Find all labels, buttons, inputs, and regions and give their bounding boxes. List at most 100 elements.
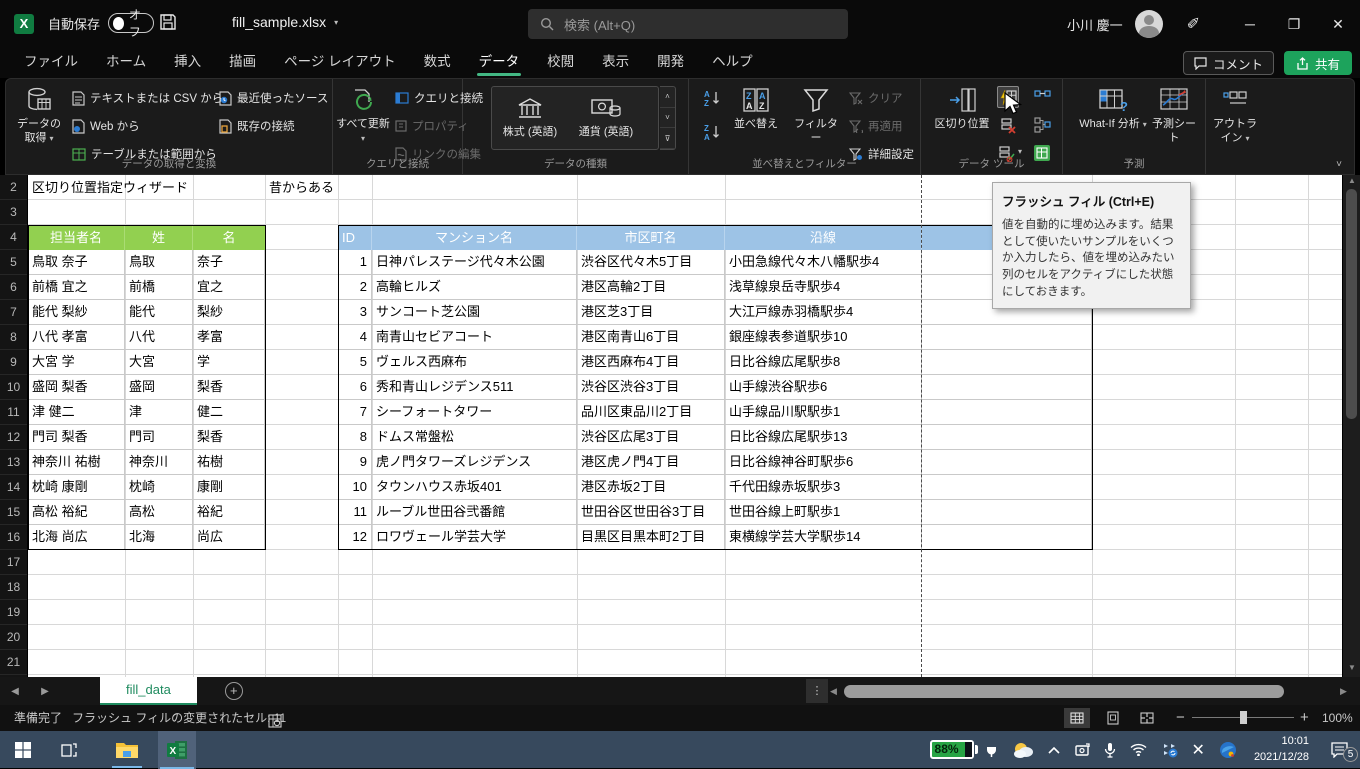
sort-button[interactable]: ZAAZ 並べ替え <box>729 85 783 132</box>
vertical-scrollbar[interactable]: ▲ ▼ <box>1342 175 1360 677</box>
ribbon-tab-開発[interactable]: 開発 <box>643 48 698 78</box>
cell[interactable]: 9 <box>338 450 372 475</box>
ribbon-tab-表示[interactable]: 表示 <box>588 48 643 78</box>
row-header-20[interactable]: 20 <box>0 625 27 650</box>
cell[interactable]: 神奈川 祐樹 <box>28 450 125 475</box>
right-table-row[interactable]: 1日神パレステージ代々木公園渋谷区代々木5丁目小田急線代々木八幡駅歩4 <box>338 250 1092 275</box>
cell[interactable]: 大宮 <box>125 350 193 375</box>
row-header-9[interactable]: 9 <box>0 350 27 375</box>
spreadsheet-grid[interactable]: 23456789101112131415161718192021 区切り位置指定… <box>0 175 1342 677</box>
cell[interactable]: 門司 <box>125 425 193 450</box>
row-header-4[interactable]: 4 <box>0 225 27 250</box>
cell[interactable] <box>922 500 1092 525</box>
data-validation-dropdown-icon[interactable]: ▾ <box>1018 147 1022 156</box>
document-title[interactable]: fill_sample.xlsx ▾ <box>232 14 338 30</box>
refresh-all-button[interactable]: すべて更新 ▾ <box>336 85 390 146</box>
header-lastname[interactable]: 姓 <box>125 225 193 250</box>
ribbon-tab-描画[interactable]: 描画 <box>215 48 270 78</box>
scrollbar-split-handle[interactable]: ⋮ <box>806 679 828 703</box>
gallery-scroll[interactable]: ˄ ˅ ⊽ <box>660 86 676 150</box>
cell[interactable] <box>922 525 1092 550</box>
ribbon-tab-データ[interactable]: データ <box>465 48 534 78</box>
right-table-row[interactable]: 7シーフォートタワー品川区東品川2丁目山手線品川駅駅歩1 <box>338 400 1092 425</box>
cell[interactable]: 尚広 <box>193 525 265 550</box>
sync-app-icon[interactable] <box>1161 741 1178 758</box>
row-header-11[interactable]: 11 <box>0 400 27 425</box>
cell[interactable]: 大宮 学 <box>28 350 125 375</box>
cell[interactable] <box>922 325 1092 350</box>
existing-connections-button[interactable]: 既存の接続 <box>219 115 295 137</box>
recent-sources-button[interactable]: 最近使ったソース <box>219 87 328 109</box>
file-explorer-button[interactable] <box>114 737 140 763</box>
cell[interactable]: 秀和青山レジデンス511 <box>372 375 577 400</box>
cell[interactable]: 日神パレステージ代々木公園 <box>372 250 577 275</box>
cell[interactable]: 浅草線泉岳寺駅歩4 <box>725 275 922 300</box>
cell[interactable]: 渋谷区広尾3丁目 <box>577 425 725 450</box>
outline-button[interactable]: アウトライン ▾ <box>1208 85 1262 146</box>
left-table-row[interactable]: 津 健二津健二 <box>28 400 265 425</box>
cell[interactable]: 11 <box>338 500 372 525</box>
right-table-row[interactable]: 12ロワヴェール学芸大学目黒区目黒本町2丁目東横線学芸大学駅歩14 <box>338 525 1092 550</box>
row-header-8[interactable]: 8 <box>0 325 27 350</box>
scroll-up-icon[interactable]: ▲ <box>1343 176 1360 189</box>
cell[interactable] <box>922 425 1092 450</box>
save-icon[interactable] <box>158 12 180 34</box>
right-table-row[interactable]: 3サンコート芝公園港区芝3丁目大江戸線赤羽橋駅歩4 <box>338 300 1092 325</box>
left-table-row[interactable]: 高松 裕紀高松裕紀 <box>28 500 265 525</box>
right-table-header[interactable]: ID マンション名 市区町名 沿線 区 <box>338 225 1092 250</box>
cell[interactable]: 南青山セビアコート <box>372 325 577 350</box>
row-header-2[interactable]: 2 <box>0 175 27 200</box>
start-button[interactable] <box>10 737 36 763</box>
row-header-3[interactable]: 3 <box>0 200 27 225</box>
sort-ascending-button[interactable]: AZ <box>701 87 723 109</box>
cell[interactable]: 世田谷線上町駅歩1 <box>725 500 922 525</box>
battery-indicator[interactable]: 88% <box>930 740 978 759</box>
consolidate-button[interactable] <box>1031 86 1053 108</box>
cell[interactable]: 日比谷線神谷町駅歩6 <box>725 450 922 475</box>
cell[interactable]: 盛岡 梨香 <box>28 375 125 400</box>
right-table-row[interactable]: 6秀和青山レジデンス511渋谷区渋谷3丁目山手線渋谷駅歩6 <box>338 375 1092 400</box>
cell[interactable]: 日比谷線広尾駅歩13 <box>725 425 922 450</box>
cell[interactable]: 世田谷区世田谷3丁目 <box>577 500 725 525</box>
right-table-row[interactable]: 2高輪ヒルズ港区高輪2丁目浅草線泉岳寺駅歩4 <box>338 275 1092 300</box>
page-layout-view-button[interactable] <box>1100 708 1126 728</box>
cell[interactable]: 山手線渋谷駅歩6 <box>725 375 922 400</box>
cell[interactable]: ヴェルス西麻布 <box>372 350 577 375</box>
cell[interactable]: 北海 <box>125 525 193 550</box>
cell[interactable] <box>922 400 1092 425</box>
right-table-row[interactable]: 10タウンハウス赤坂401港区赤坂2丁目千代田線赤坂駅歩3 <box>338 475 1092 500</box>
cell[interactable]: 山手線品川駅駅歩1 <box>725 400 922 425</box>
cell[interactable]: 8 <box>338 425 372 450</box>
from-text-csv-button[interactable]: テキストまたは CSV から <box>72 87 223 109</box>
zoom-slider-thumb[interactable] <box>1240 711 1247 724</box>
search-input[interactable]: 検索 (Alt+Q) <box>528 9 848 39</box>
zoom-out-button[interactable]: − <box>1176 705 1185 731</box>
cell[interactable]: 祐樹 <box>193 450 265 475</box>
row-header-14[interactable]: 14 <box>0 475 27 500</box>
cell[interactable]: 12 <box>338 525 372 550</box>
cell[interactable]: ルーブル世田谷弐番館 <box>372 500 577 525</box>
cell[interactable]: 能代 梨紗 <box>28 300 125 325</box>
gallery-up-icon[interactable]: ˄ <box>660 87 675 108</box>
row-header-19[interactable]: 19 <box>0 600 27 625</box>
cell[interactable]: 銀座線表参道駅歩10 <box>725 325 922 350</box>
cell[interactable]: 港区高輪2丁目 <box>577 275 725 300</box>
weather-icon[interactable] <box>1012 741 1034 759</box>
cell[interactable]: 孝富 <box>193 325 265 350</box>
cell[interactable]: 学 <box>193 350 265 375</box>
cell[interactable]: 4 <box>338 325 372 350</box>
row-header-16[interactable]: 16 <box>0 525 27 550</box>
row-header-15[interactable]: 15 <box>0 500 27 525</box>
text-to-columns-button[interactable]: 区切り位置 <box>933 85 991 132</box>
cell[interactable]: 虎ノ門タワーズレジデンス <box>372 450 577 475</box>
cell[interactable]: 10 <box>338 475 372 500</box>
header-district[interactable]: 市区町名 <box>577 225 725 250</box>
cell[interactable]: シーフォートタワー <box>372 400 577 425</box>
row-header-12[interactable]: 12 <box>0 425 27 450</box>
cell[interactable]: 高松 裕紀 <box>28 500 125 525</box>
cell[interactable] <box>922 350 1092 375</box>
left-table-row[interactable]: 枕崎 康剛枕崎康剛 <box>28 475 265 500</box>
forecast-sheet-button[interactable]: 予測シート <box>1151 85 1197 146</box>
left-table-header[interactable]: 担当者名 姓 名 <box>28 225 265 250</box>
ribbon-tab-ファイル[interactable]: ファイル <box>10 48 92 78</box>
